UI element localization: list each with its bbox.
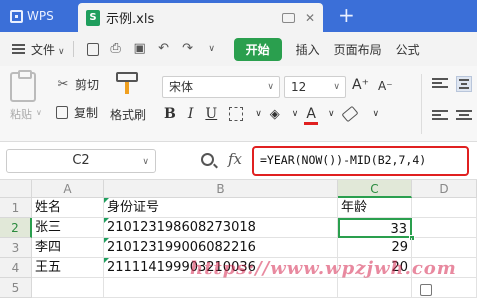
name-box[interactable]: C2 ∨ [6,149,156,173]
wps-home-tab[interactable]: WPS [0,0,76,32]
eraser-icon[interactable] [340,105,359,123]
cell-c2[interactable]: 33 [338,218,412,238]
chevron-down-icon: ∨ [142,157,149,167]
cell-a5[interactable] [32,278,104,298]
font-size-value: 12 [291,80,307,94]
scissors-icon: ✂ [57,76,69,92]
font-color-button[interactable]: A [304,106,318,125]
spreadsheet-grid: A B C D 1 2 3 4 5 姓名 身份证号 年龄 张三 21012319… [0,180,477,304]
align-top-icon[interactable] [432,76,448,92]
cell-b5[interactable] [104,278,338,298]
tab-formula[interactable]: 公式 [396,41,420,58]
italic-button[interactable]: I [188,106,194,122]
copy-icon [56,106,68,119]
row-header-3[interactable]: 3 [0,238,32,258]
zoom-icon[interactable] [201,153,214,166]
redo-icon[interactable]: ↷ [181,42,195,56]
column-header-c[interactable]: C [338,180,412,198]
cut-label: 剪切 [75,78,100,92]
file-tab[interactable]: S 示例.xls ✕ [78,3,323,32]
cell-d2[interactable] [412,218,477,238]
cell-d1[interactable] [412,198,477,218]
spreadsheet-file-icon: S [86,9,100,26]
cell-a1[interactable]: 姓名 [32,198,104,218]
border-icon[interactable] [229,107,244,121]
paste-options-icon[interactable] [420,284,432,296]
quick-access-chevron-icon[interactable]: ∨ [205,42,219,56]
chevron-down-icon[interactable]: ∨ [328,109,335,119]
watermark-text: https://www.wpzjwh.com [190,258,457,279]
fill-color-icon[interactable]: ◈ [270,107,280,122]
print-preview-icon[interactable]: ⎙ [109,42,123,56]
name-box-value: C2 [72,153,90,168]
cell-a2[interactable]: 张三 [32,218,104,238]
cell-b2[interactable]: 210123198608273018 [104,218,338,238]
font-size-select[interactable]: 12 ∨ [284,76,346,98]
chevron-down-icon[interactable]: ∨ [36,108,42,117]
cell-b1[interactable]: 身份证号 [104,198,338,218]
chevron-down-icon: ∨ [333,82,340,92]
tab-page-layout[interactable]: 页面布局 [334,41,382,58]
column-header-d[interactable]: D [412,180,477,198]
copy-label: 复制 [74,106,99,120]
cell-b3[interactable]: 210123199006082216 [104,238,338,258]
align-left-icon[interactable] [432,108,448,124]
cut-button[interactable]: ✂ 剪切 [56,76,99,93]
row-header-4[interactable]: 4 [0,258,32,278]
decrease-font-size-button[interactable]: A⁻ [378,79,393,93]
cell-a4[interactable]: 王五 [32,258,104,278]
tab-start[interactable]: 开始 [233,37,282,61]
cell-c5[interactable] [338,278,412,298]
align-middle-icon[interactable] [456,76,472,92]
menu-icon[interactable] [12,44,25,54]
chevron-down-icon[interactable]: ∨ [255,109,262,119]
tab-insert[interactable]: 插入 [296,41,320,58]
title-bar: WPS S 示例.xls ✕ + [0,0,477,32]
divider [421,74,422,134]
font-name-select[interactable]: 宋体 ∨ [162,76,280,98]
font-format-row: B I U ∨ ◈ ∨ A ∨ ∨ [164,105,391,125]
undo-icon[interactable]: ↶ [157,42,171,56]
copy-button[interactable]: 复制 [56,104,98,121]
file-menu[interactable]: 文件 ∨ [31,41,65,58]
paste-icon[interactable] [10,70,36,102]
underline-button[interactable]: U [205,106,217,122]
file-tab-label: 示例.xls [106,12,155,27]
formula-input[interactable]: =YEAR(NOW())-MID(B2,7,4) [252,146,469,176]
chevron-down-icon: ∨ [58,46,65,57]
menu-bar: 文件 ∨ ⎙ ▣ ↶ ↷ ∨ 开始 插入 页面布局 公式 [0,32,477,66]
column-header-b[interactable]: B [104,180,338,198]
cell-c3[interactable]: 29 [338,238,412,258]
row-header-2[interactable]: 2 [0,218,32,238]
ribbon: 粘贴 ∨ ✂ 剪切 复制 格式刷 宋体 ∨ 12 ∨ A⁺ A⁻ B I U ∨… [0,66,477,142]
font-name-value: 宋体 [169,80,194,94]
row-header-5[interactable]: 5 [0,278,32,298]
select-all-corner[interactable] [0,180,32,198]
cell-c1[interactable]: 年龄 [338,198,412,218]
add-tab-button[interactable]: + [338,3,355,27]
cell-d3[interactable] [412,238,477,258]
increase-font-size-button[interactable]: A⁺ [352,77,369,93]
insert-function-button[interactable]: fx [228,150,242,168]
wps-logo-icon [10,9,23,23]
chevron-down-icon: ∨ [267,82,274,92]
paste-label[interactable]: 粘贴 [10,106,32,122]
bold-button[interactable]: B [164,106,176,122]
row-header-1[interactable]: 1 [0,198,32,218]
close-tab-icon[interactable]: ✕ [305,11,315,25]
save-icon[interactable] [86,42,99,56]
file-menu-label: 文件 [31,42,56,57]
column-header-a[interactable]: A [32,180,104,198]
formula-bar: C2 ∨ fx =YEAR(NOW())-MID(B2,7,4) [0,142,477,180]
screen-icon[interactable] [281,13,295,23]
format-painter-icon[interactable] [116,72,140,94]
print-icon[interactable]: ▣ [133,42,147,56]
format-painter-label[interactable]: 格式刷 [110,106,146,123]
chevron-down-icon[interactable]: ∨ [373,109,380,119]
chevron-down-icon[interactable]: ∨ [292,109,299,119]
wps-home-tab-label: WPS [27,9,54,23]
cell-a3[interactable]: 李四 [32,238,104,258]
divider [72,41,74,57]
align-center-icon[interactable] [456,108,472,124]
